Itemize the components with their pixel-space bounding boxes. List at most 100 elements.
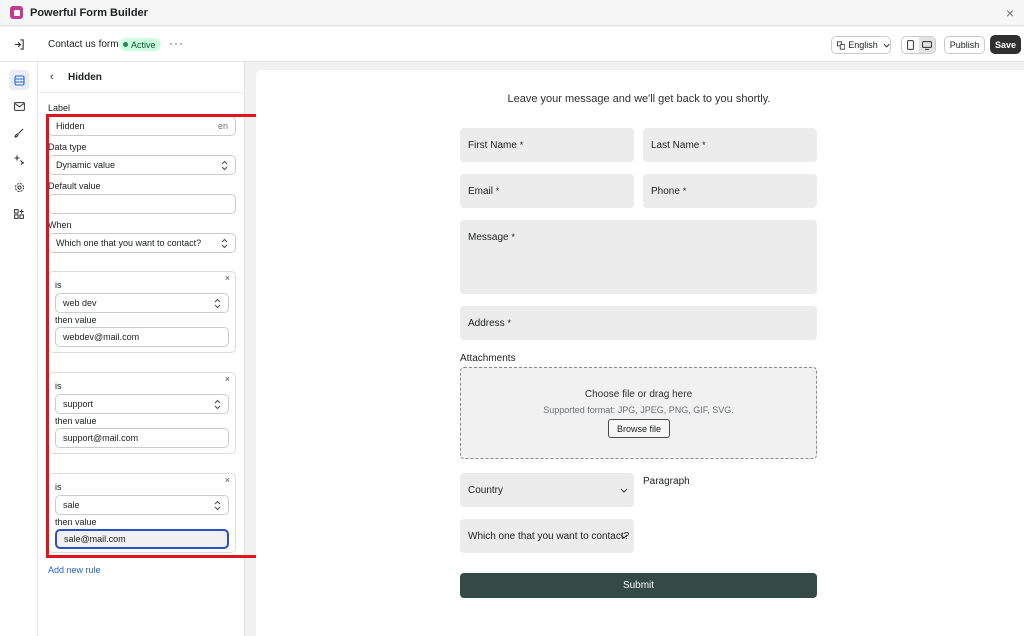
status-dot-icon	[123, 42, 128, 47]
rule-then-label: then value	[55, 416, 97, 426]
select-arrows-icon	[214, 298, 221, 309]
required-mark: *	[511, 232, 515, 242]
language-select[interactable]: English	[831, 36, 891, 54]
data-type-value: Dynamic value	[56, 160, 116, 170]
data-type-select[interactable]: Dynamic value	[48, 155, 236, 175]
rail-item-integrations[interactable]	[9, 150, 29, 170]
default-value-caption: Default value	[48, 181, 101, 191]
rule-is-value: support	[63, 399, 94, 409]
default-value-input[interactable]	[48, 194, 236, 214]
desktop-view-button[interactable]	[918, 37, 935, 53]
rule-is-label: is	[55, 482, 62, 492]
select-arrows-icon	[214, 500, 221, 511]
rule-then-input[interactable]: sale@mail.com	[55, 529, 229, 549]
rule-then-value: sale@mail.com	[64, 534, 126, 544]
phone-field[interactable]: Phone *	[643, 174, 817, 208]
submit-button[interactable]: Submit	[460, 573, 817, 598]
app-logo-icon	[10, 6, 23, 19]
when-value: Which one that you want to contact?	[56, 238, 202, 248]
mobile-icon	[906, 40, 914, 50]
label-input-value: Hidden	[56, 121, 85, 131]
form-preview-canvas: Leave your message and we'll get back to…	[256, 70, 1024, 636]
when-caption: When	[48, 220, 72, 230]
rail-item-email[interactable]	[9, 96, 29, 116]
rule-then-label: then value	[55, 517, 97, 527]
contact-select-label: Which one that you want to contact?	[468, 531, 630, 542]
save-button[interactable]: Save	[990, 35, 1021, 54]
close-window-icon[interactable]: ×	[1006, 5, 1014, 21]
add-new-rule-link[interactable]: Add new rule	[48, 565, 101, 575]
gear-icon	[14, 182, 24, 192]
first-name-field[interactable]: First Name *	[460, 128, 634, 162]
rule-card: × is web dev then value webdev@mail.com	[48, 271, 236, 353]
rule-is-select[interactable]: sale	[55, 495, 229, 515]
rule-then-input[interactable]: webdev@mail.com	[55, 327, 229, 347]
label-caption: Label	[48, 103, 71, 113]
apps-icon	[14, 209, 24, 219]
required-mark: *	[507, 318, 511, 328]
publish-button[interactable]: Publish	[944, 36, 985, 54]
sparkle-icon	[14, 155, 24, 165]
message-field[interactable]: Message *	[460, 220, 817, 294]
chevron-down-icon	[620, 534, 628, 539]
panel-title: Hidden	[68, 72, 102, 83]
rule-then-input[interactable]: support@mail.com	[55, 428, 229, 448]
rule-then-value: webdev@mail.com	[63, 332, 140, 342]
attachments-label: Attachments	[460, 353, 516, 364]
rule-is-label: is	[55, 381, 62, 391]
label-input[interactable]: Hidden en	[48, 116, 236, 136]
desktop-icon	[921, 40, 932, 50]
email-field[interactable]: Email *	[460, 174, 634, 208]
chevron-down-icon	[620, 488, 628, 493]
rule-is-select[interactable]: support	[55, 394, 229, 414]
rule-is-select[interactable]: web dev	[55, 293, 229, 313]
exit-editor-button[interactable]	[0, 27, 38, 62]
rail-item-design[interactable]	[9, 123, 29, 143]
rail-item-form[interactable]	[9, 70, 29, 90]
translate-icon	[837, 40, 846, 50]
dropzone-subtitle: Supported format: JPG, JPEG, PNG, GIF, S…	[543, 405, 734, 415]
last-name-field[interactable]: Last Name *	[643, 128, 817, 162]
rule-then-label: then value	[55, 315, 97, 325]
remove-rule-icon[interactable]: ×	[225, 475, 230, 485]
first-name-label: First Name	[468, 140, 517, 151]
browse-file-button[interactable]: Browse file	[608, 419, 670, 438]
panel-header: ‹ Hidden	[38, 62, 245, 93]
email-label: Email	[468, 186, 494, 197]
form-name: Contact us form	[48, 39, 119, 50]
remove-rule-icon[interactable]: ×	[225, 273, 230, 283]
rail-item-apps[interactable]	[9, 204, 29, 224]
phone-label: Phone	[651, 186, 680, 197]
paragraph-text: Paragraph	[643, 476, 690, 487]
country-select[interactable]: Country	[460, 473, 634, 507]
app-title: Powerful Form Builder	[30, 6, 148, 19]
form-heading: Leave your message and we'll get back to…	[507, 93, 771, 105]
select-arrows-icon	[214, 399, 221, 410]
rule-is-value: sale	[63, 500, 80, 510]
dropzone-title: Choose file or drag here	[584, 389, 693, 400]
field-settings-panel: ‹ Hidden Label Hidden en Data type Dynam…	[38, 62, 245, 636]
chevron-down-icon	[883, 43, 890, 48]
rule-is-value: web dev	[63, 298, 97, 308]
mobile-view-button[interactable]	[902, 37, 919, 53]
file-dropzone[interactable]: Choose file or drag here Supported forma…	[460, 367, 817, 459]
rule-is-label: is	[55, 280, 62, 290]
more-options-icon[interactable]: ···	[169, 36, 184, 50]
left-nav-rail	[0, 62, 38, 636]
back-chevron-icon[interactable]: ‹	[50, 71, 54, 83]
remove-rule-icon[interactable]: ×	[225, 374, 230, 384]
rule-card: × is sale then value sale@mail.com	[48, 473, 236, 553]
when-select[interactable]: Which one that you want to contact?	[48, 233, 236, 253]
last-name-label: Last Name	[651, 140, 700, 151]
rule-card: × is support then value support@mail.com	[48, 372, 236, 454]
address-field[interactable]: Address *	[460, 306, 817, 340]
contact-select[interactable]: Which one that you want to contact?	[460, 519, 634, 553]
brush-icon	[14, 128, 24, 138]
status-badge: Active	[119, 38, 161, 51]
rail-item-settings[interactable]	[9, 177, 29, 197]
data-type-caption: Data type	[48, 142, 87, 152]
language-label: English	[848, 40, 878, 50]
mail-icon	[13, 101, 25, 111]
address-label: Address	[468, 318, 505, 329]
label-lang-suffix: en	[217, 121, 228, 131]
